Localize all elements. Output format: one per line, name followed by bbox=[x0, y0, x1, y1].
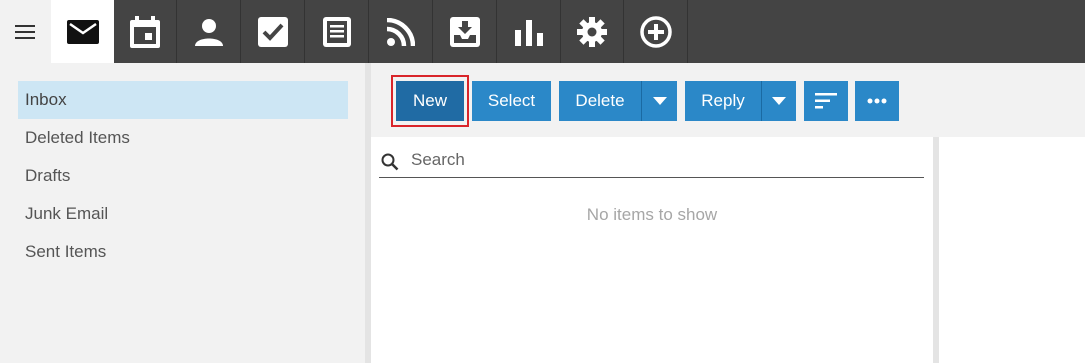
calendar-icon bbox=[130, 15, 160, 48]
menu-button[interactable] bbox=[0, 0, 51, 63]
caret-down-icon bbox=[772, 97, 786, 105]
select-button[interactable]: Select bbox=[472, 81, 551, 121]
app-tab-feeds[interactable] bbox=[370, 0, 433, 63]
empty-list-message: No items to show bbox=[586, 205, 718, 224]
search-input[interactable] bbox=[411, 147, 911, 173]
sort-lines-icon bbox=[815, 93, 837, 109]
person-icon bbox=[195, 18, 223, 46]
folder-label: Drafts bbox=[25, 166, 71, 185]
checkbox-icon bbox=[258, 16, 288, 47]
delete-button[interactable]: Delete bbox=[559, 81, 641, 121]
gear-icon bbox=[577, 16, 607, 47]
app-tab-calendar[interactable] bbox=[114, 0, 177, 63]
delete-dropdown-button[interactable] bbox=[642, 81, 677, 121]
app-tab-notes[interactable] bbox=[306, 0, 369, 63]
sort-button[interactable] bbox=[804, 81, 848, 121]
download-tray-icon bbox=[450, 16, 480, 47]
app-tab-add[interactable] bbox=[625, 0, 688, 63]
folder-drafts[interactable]: Drafts bbox=[18, 157, 348, 195]
mail-icon bbox=[66, 19, 99, 44]
folder-label: Sent Items bbox=[25, 242, 107, 261]
message-list-pane: No items to show bbox=[371, 137, 933, 363]
app-bar bbox=[0, 0, 1085, 63]
reply-dropdown-button[interactable] bbox=[762, 81, 796, 121]
folder-junk-email[interactable]: Junk Email bbox=[18, 195, 348, 233]
search-box bbox=[379, 143, 924, 178]
more-options-button[interactable] bbox=[855, 81, 899, 121]
notes-icon bbox=[323, 16, 351, 47]
rss-icon bbox=[387, 17, 415, 46]
plus-circle-icon bbox=[640, 15, 672, 48]
folder-label: Junk Email bbox=[25, 204, 109, 223]
app-tab-contacts[interactable] bbox=[178, 0, 241, 63]
app-tab-settings[interactable] bbox=[561, 0, 624, 63]
search-icon bbox=[381, 153, 399, 171]
folder-deleted-items[interactable]: Deleted Items bbox=[18, 119, 348, 157]
hamburger-icon bbox=[15, 25, 35, 39]
ellipsis-icon bbox=[867, 98, 887, 104]
caret-down-icon bbox=[652, 97, 667, 105]
new-button[interactable]: New bbox=[396, 81, 464, 121]
app-tab-reports[interactable] bbox=[498, 0, 561, 63]
reply-button[interactable]: Reply bbox=[685, 81, 761, 121]
folder-sidebar: Inbox Deleted Items Drafts Junk Email Se… bbox=[0, 63, 365, 363]
app-tab-tasks[interactable] bbox=[242, 0, 305, 63]
app-tab-mail[interactable] bbox=[51, 0, 114, 63]
folder-label: Deleted Items bbox=[25, 128, 130, 147]
folder-sent-items[interactable]: Sent Items bbox=[18, 233, 348, 271]
reading-pane bbox=[939, 137, 1085, 363]
folder-label: Inbox bbox=[25, 90, 67, 109]
app-tab-downloads[interactable] bbox=[434, 0, 497, 63]
folder-inbox[interactable]: Inbox bbox=[18, 81, 348, 119]
bar-chart-icon bbox=[515, 19, 543, 46]
